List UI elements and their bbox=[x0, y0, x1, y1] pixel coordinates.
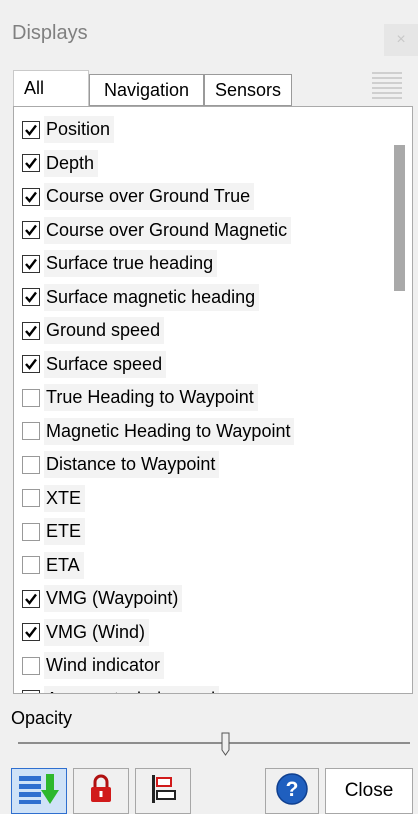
lock-button[interactable] bbox=[73, 768, 129, 814]
item-label: Course over Ground Magnetic bbox=[44, 216, 292, 244]
list-item[interactable]: Wind indicator bbox=[14, 649, 386, 683]
list-scrollbar[interactable] bbox=[386, 107, 412, 693]
list-item[interactable]: Distance to Waypoint bbox=[14, 448, 386, 482]
list-item[interactable]: Surface speed bbox=[14, 348, 386, 382]
download-list-icon bbox=[17, 772, 61, 811]
list-item[interactable]: Depth bbox=[14, 147, 386, 181]
item-label: Surface speed bbox=[44, 350, 167, 378]
item-checkbox[interactable] bbox=[22, 522, 40, 541]
item-checkbox[interactable] bbox=[22, 455, 40, 474]
align-button[interactable] bbox=[135, 768, 191, 814]
list-item[interactable]: Course over Ground True bbox=[14, 180, 386, 214]
opacity-slider-track[interactable] bbox=[18, 742, 410, 744]
item-checkbox[interactable] bbox=[22, 656, 40, 675]
item-checkbox[interactable] bbox=[22, 355, 40, 374]
list-item[interactable]: Course over Ground Magnetic bbox=[14, 214, 386, 248]
item-checkbox[interactable] bbox=[22, 589, 40, 608]
item-label: XTE bbox=[44, 484, 86, 512]
item-checkbox[interactable] bbox=[22, 489, 40, 508]
window-close-button[interactable]: × bbox=[384, 24, 418, 56]
help-button[interactable]: ? bbox=[265, 768, 319, 814]
list-item[interactable]: Position bbox=[14, 113, 386, 147]
item-checkbox[interactable] bbox=[22, 623, 40, 642]
list-menu-button[interactable] bbox=[364, 66, 408, 106]
item-checkbox[interactable] bbox=[22, 388, 40, 407]
item-checkbox[interactable] bbox=[22, 154, 40, 173]
close-button[interactable]: Close bbox=[325, 768, 413, 814]
list-item[interactable]: Surface magnetic heading bbox=[14, 281, 386, 315]
list-item[interactable]: VMG (Waypoint) bbox=[14, 582, 386, 616]
list-item[interactable]: ETE bbox=[14, 515, 386, 549]
title-bar: Displays × bbox=[0, 0, 418, 70]
tab-bar: All Navigation Sensors bbox=[13, 70, 413, 106]
window-title: Displays bbox=[12, 22, 88, 44]
help-icon: ? bbox=[275, 772, 309, 811]
item-checkbox[interactable] bbox=[22, 422, 40, 441]
item-label: Surface magnetic heading bbox=[44, 283, 260, 311]
tab-sensors[interactable]: Sensors bbox=[204, 74, 292, 106]
item-checkbox[interactable] bbox=[22, 288, 40, 307]
list-item[interactable]: Ground speed bbox=[14, 314, 386, 348]
bottom-toolbar: ? Close bbox=[0, 768, 418, 814]
item-label: Ground speed bbox=[44, 317, 165, 345]
item-label: Apparent wind speed bbox=[44, 685, 220, 693]
item-checkbox[interactable] bbox=[22, 221, 40, 240]
tab-navigation[interactable]: Navigation bbox=[89, 74, 204, 106]
list-item[interactable]: XTE bbox=[14, 482, 386, 516]
item-checkbox[interactable] bbox=[22, 690, 40, 693]
align-left-icon bbox=[148, 773, 178, 810]
item-label: Depth bbox=[44, 149, 99, 177]
item-label: Magnetic Heading to Waypoint bbox=[44, 417, 295, 445]
item-label: ETE bbox=[44, 518, 86, 546]
item-label: True Heading to Waypoint bbox=[44, 384, 258, 412]
list-item[interactable]: VMG (Wind) bbox=[14, 616, 386, 650]
display-rows: Position Depth Course over Ground True Cour… bbox=[14, 113, 386, 693]
item-checkbox[interactable] bbox=[22, 120, 40, 139]
item-label: VMG (Waypoint) bbox=[44, 585, 183, 613]
item-label: Wind indicator bbox=[44, 652, 165, 680]
lock-icon bbox=[88, 774, 114, 809]
scrollbar-thumb[interactable] bbox=[394, 145, 405, 291]
list-item[interactable]: True Heading to Waypoint bbox=[14, 381, 386, 415]
item-label: Course over Ground True bbox=[44, 183, 255, 211]
item-label: Position bbox=[44, 116, 115, 144]
list-item[interactable]: Magnetic Heading to Waypoint bbox=[14, 415, 386, 449]
opacity-slider-thumb[interactable] bbox=[221, 732, 231, 756]
display-list: Position Depth Course over Ground True Cour… bbox=[13, 106, 413, 694]
item-label: Distance to Waypoint bbox=[44, 451, 220, 479]
item-checkbox[interactable] bbox=[22, 254, 40, 273]
list-item[interactable]: Surface true heading bbox=[14, 247, 386, 281]
item-label: VMG (Wind) bbox=[44, 618, 149, 646]
item-label: Surface true heading bbox=[44, 250, 218, 278]
list-item[interactable]: Apparent wind speed bbox=[14, 683, 386, 693]
item-checkbox[interactable] bbox=[22, 321, 40, 340]
item-label: ETA bbox=[44, 551, 84, 579]
item-checkbox[interactable] bbox=[22, 556, 40, 575]
list-item[interactable]: ETA bbox=[14, 549, 386, 583]
tab-all[interactable]: All bbox=[13, 70, 89, 106]
opacity-label: Opacity bbox=[11, 708, 73, 728]
svg-text:?: ? bbox=[286, 778, 299, 801]
item-checkbox[interactable] bbox=[22, 187, 40, 206]
apply-list-button[interactable] bbox=[11, 768, 67, 814]
